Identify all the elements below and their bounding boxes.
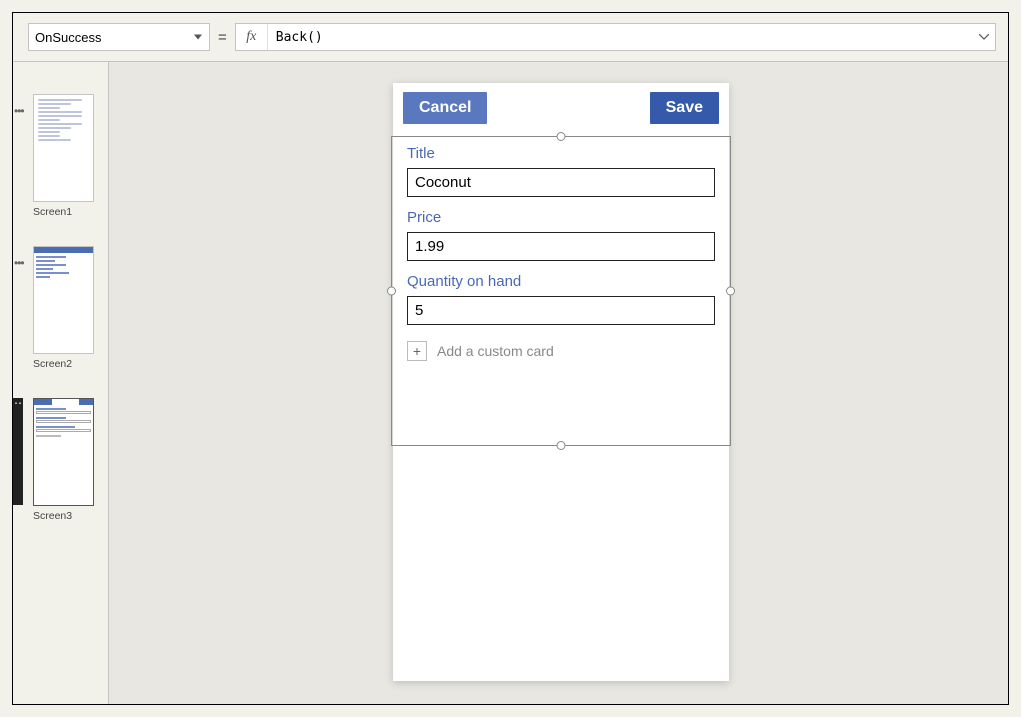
fx-icon: fx xyxy=(236,24,268,50)
plus-icon: + xyxy=(407,341,427,361)
thumbnail-screen2[interactable] xyxy=(33,246,94,354)
field-label-title: Title xyxy=(407,145,715,162)
formula-box: fx xyxy=(235,23,996,51)
field-quantity: Quantity on hand xyxy=(407,273,715,325)
save-button[interactable]: Save xyxy=(650,92,719,124)
ellipsis-icon[interactable]: ⋯ xyxy=(13,398,23,505)
formula-input[interactable] xyxy=(268,24,973,50)
field-label-qty: Quantity on hand xyxy=(407,273,715,290)
thumbnail-label: Screen1 xyxy=(33,206,102,218)
cancel-button[interactable]: Cancel xyxy=(403,92,487,124)
phone-preview: Cancel Save Title Price Quantity on hand xyxy=(393,83,729,681)
thumbnail-block-2: ••• Screen2 xyxy=(19,246,102,370)
thumbnail-block-3: ⋯ Screen3 xyxy=(19,398,102,522)
property-select-wrap: OnSuccess xyxy=(28,23,210,51)
screens-panel: ••• Screen1 ••• xyxy=(13,62,109,704)
field-label-price: Price xyxy=(407,209,715,226)
price-input[interactable] xyxy=(407,232,715,261)
thumbnail-screen3[interactable] xyxy=(33,398,94,506)
ellipsis-icon[interactable]: ••• xyxy=(14,256,24,270)
thumbnail-screen1[interactable] xyxy=(33,94,94,202)
formula-expand-button[interactable] xyxy=(973,34,995,40)
title-input[interactable] xyxy=(407,168,715,197)
content-row: ••• Screen1 ••• xyxy=(13,61,1008,704)
add-card-label: Add a custom card xyxy=(437,343,554,359)
ellipsis-icon[interactable]: ••• xyxy=(14,104,24,118)
field-price: Price xyxy=(407,209,715,261)
formula-bar: OnSuccess = fx xyxy=(13,13,1008,61)
canvas-area[interactable]: Cancel Save Title Price Quantity on hand xyxy=(109,62,1008,704)
add-custom-card-button[interactable]: + Add a custom card xyxy=(407,341,715,361)
edit-form[interactable]: Title Price Quantity on hand + Add a cus… xyxy=(393,133,729,367)
thumbnail-label: Screen3 xyxy=(33,510,102,522)
app-frame: OnSuccess = fx ••• xyxy=(12,12,1009,705)
equals-sign: = xyxy=(218,29,227,46)
thumbnail-block-1: ••• Screen1 xyxy=(19,94,102,218)
thumbnail-label: Screen2 xyxy=(33,358,102,370)
form-header: Cancel Save xyxy=(393,83,729,133)
quantity-input[interactable] xyxy=(407,296,715,325)
field-title: Title xyxy=(407,145,715,197)
property-dropdown[interactable]: OnSuccess xyxy=(28,23,210,51)
